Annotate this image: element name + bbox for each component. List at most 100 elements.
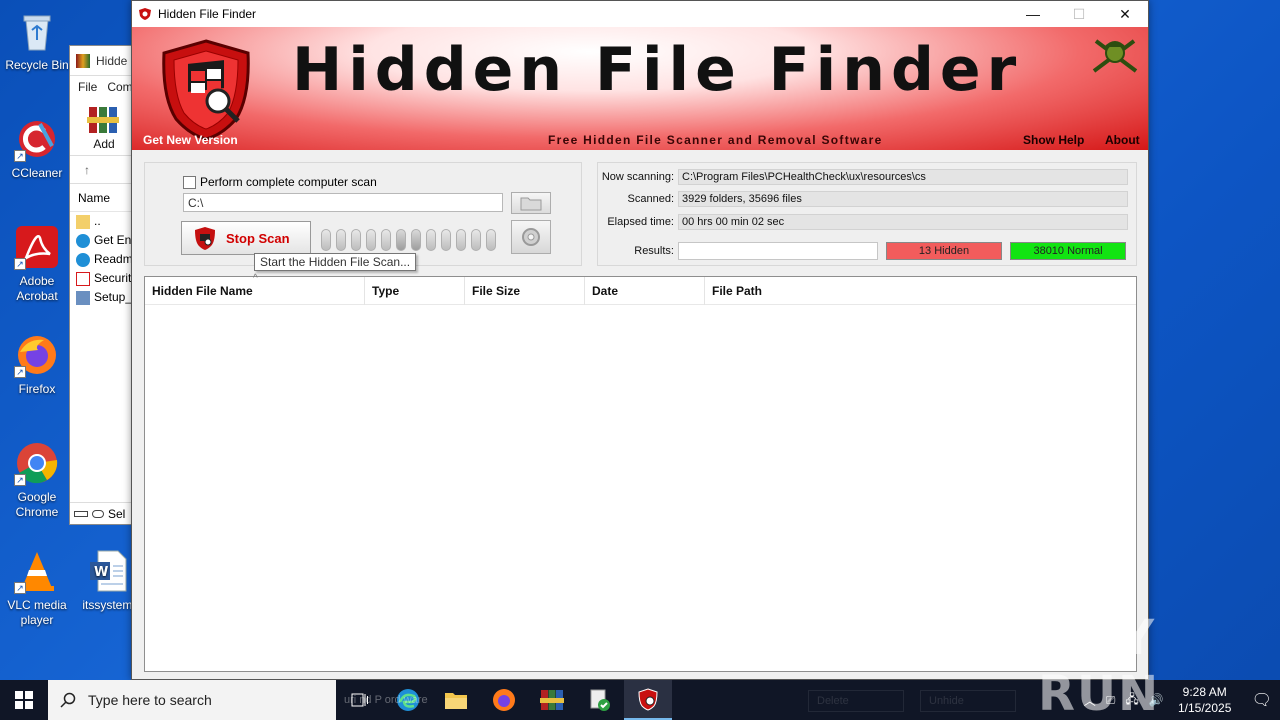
results-row: Results: 13 Hidden 38010 Normal <box>598 242 1126 260</box>
explorer-up-button[interactable]: ↑ <box>70 156 138 184</box>
results-table[interactable]: ^ Hidden File Name Type File Size Date F… <box>144 273 1137 672</box>
sort-ascending-icon: ^ <box>253 273 258 284</box>
taskbar-winrar[interactable] <box>528 680 576 720</box>
list-item[interactable]: Get Ent <box>70 231 138 250</box>
add-archive-icon <box>87 107 119 133</box>
explorer-column-name[interactable]: Name <box>70 184 138 212</box>
settings-button[interactable] <box>511 220 551 254</box>
edge-icon <box>76 252 90 267</box>
taskbar-search-box[interactable]: Type here to search <box>48 680 336 720</box>
progress-segment <box>456 229 466 251</box>
search-placeholder: Type here to search <box>88 692 212 708</box>
taskbar-installer[interactable] <box>576 680 624 720</box>
desktop-icon-firefox[interactable]: ↗ Firefox <box>0 332 74 397</box>
winrar-icon <box>76 53 90 68</box>
column-date[interactable]: Date <box>585 277 705 305</box>
progress-segment <box>486 229 496 251</box>
recycle-bin-icon <box>14 8 60 54</box>
ghost-delete-button: Delete <box>808 690 904 712</box>
desktop-icon-ccleaner[interactable]: ↗ CCleaner <box>0 116 74 181</box>
now-scanning-value: C:\Program Files\PCHealthCheck\ux\resour… <box>678 169 1128 185</box>
drive-icon <box>74 510 88 517</box>
scan-options-group: Perform complete computer scan Stop Scan <box>144 162 582 271</box>
window-titlebar[interactable]: Hidden File Finder — ☐ ✕ <box>132 1 1148 27</box>
stop-scan-label: Stop Scan <box>226 230 290 246</box>
search-icon <box>60 692 76 708</box>
column-file-size[interactable]: File Size <box>465 277 585 305</box>
menu-commands[interactable]: Com <box>107 80 132 94</box>
progress-segment <box>321 229 331 251</box>
list-item[interactable]: .. <box>70 212 138 231</box>
folder-browse-icon <box>520 197 542 211</box>
edge-icon <box>76 233 90 248</box>
ghost-footer-text: uri nd P ord ware <box>344 694 428 706</box>
word-document-icon: W <box>86 548 132 594</box>
desktop-icon-label: VLC media player <box>7 598 67 627</box>
shortcut-arrow-icon: ↗ <box>14 582 26 594</box>
desktop-icon-adobe-acrobat[interactable]: ↗ Adobe Acrobat <box>0 224 74 304</box>
winrar-icon <box>540 690 564 710</box>
shortcut-arrow-icon: ↗ <box>14 150 26 162</box>
scan-path-input[interactable] <box>183 193 503 212</box>
chrome-icon: ↗ <box>14 440 60 486</box>
start-button[interactable] <box>0 680 48 720</box>
main-panel: Perform complete computer scan Stop Scan <box>132 150 1148 679</box>
taskbar-hidden-file-finder[interactable] <box>624 680 672 720</box>
get-new-version-link[interactable]: Get New Version <box>143 133 238 147</box>
complete-scan-checkbox[interactable] <box>183 175 196 189</box>
desktop-icon-label: Adobe Acrobat <box>16 274 58 303</box>
shortcut-arrow-icon: ↗ <box>14 474 26 486</box>
list-item[interactable]: Readm <box>70 250 138 269</box>
vlc-icon: ↗ <box>14 548 60 594</box>
results-label: Results: <box>634 245 674 257</box>
progress-segment <box>351 229 361 251</box>
setup-icon <box>76 290 90 305</box>
desktop-icon-label: Recycle Bin <box>5 58 69 72</box>
hidden-count-badge: 13 Hidden <box>886 242 1002 260</box>
window-title: Hidden File Finder <box>158 7 257 21</box>
elapsed-value: 00 hrs 00 min 02 sec <box>678 214 1128 230</box>
hidden-file-finder-window[interactable]: Hidden File Finder — ☐ ✕ Hidden File Fin… <box>131 0 1149 680</box>
show-help-link[interactable]: Show Help <box>1023 133 1084 147</box>
desktop-icon-recycle-bin[interactable]: Recycle Bin <box>0 8 74 73</box>
menu-file[interactable]: File <box>78 80 97 94</box>
scan-status-group: Now scanning: C:\Program Files\PCHealthC… <box>597 162 1137 266</box>
background-explorer-window[interactable]: Hidde File Com Add ↑ Name .. Get Ent Rea… <box>69 45 139 525</box>
complete-scan-label: Perform complete computer scan <box>200 175 377 189</box>
desktop-icon-vlc[interactable]: ↗ VLC media player <box>0 548 74 628</box>
scanned-label: Scanned: <box>627 193 674 205</box>
list-item[interactable]: Setup_ <box>70 288 138 307</box>
progress-segment <box>441 229 451 251</box>
app-banner: Hidden File Finder Free Hidden File Scan… <box>132 27 1148 150</box>
app-shield-icon <box>638 688 658 711</box>
column-file-path[interactable]: File Path <box>705 277 1136 305</box>
progress-segment <box>426 229 436 251</box>
elapsed-label: Elapsed time: <box>607 216 674 228</box>
ghost-unhide-button: Unhide <box>920 690 1016 712</box>
about-link[interactable]: About <box>1105 133 1140 147</box>
minimize-button[interactable]: — <box>1010 1 1056 27</box>
desktop-icon-google-chrome[interactable]: ↗ Google Chrome <box>0 440 74 520</box>
now-scanning-label: Now scanning: <box>601 171 674 183</box>
now-scanning-row: Now scanning: C:\Program Files\PCHealthC… <box>598 168 1128 186</box>
banner-subtitle: Free Hidden File Scanner and Removal Sof… <box>548 133 883 147</box>
ccleaner-icon: ↗ <box>14 116 60 162</box>
scan-progress-indicator <box>321 229 496 251</box>
ribbon-add-button[interactable]: Add <box>93 137 114 151</box>
shortcut-arrow-icon: ↗ <box>14 366 26 378</box>
list-item[interactable]: Security <box>70 269 138 288</box>
adobe-acrobat-icon: ↗ <box>14 224 60 270</box>
anyrun-watermark: ANY RUN <box>1038 610 1161 720</box>
close-button[interactable]: ✕ <box>1102 1 1148 27</box>
column-type[interactable]: Type <box>365 277 465 305</box>
installer-icon <box>590 689 610 711</box>
browse-folder-button[interactable] <box>511 192 551 214</box>
progress-segment <box>336 229 346 251</box>
maximize-button[interactable]: ☐ <box>1056 1 1102 27</box>
stop-scan-button[interactable]: Stop Scan <box>181 221 311 255</box>
shortcut-arrow-icon: ↗ <box>14 258 26 270</box>
complete-scan-option[interactable]: Perform complete computer scan <box>183 175 377 189</box>
elapsed-row: Elapsed time: 00 hrs 00 min 02 sec <box>598 213 1128 231</box>
desktop-icon-label: Google Chrome <box>15 490 59 519</box>
explorer-titlebar: Hidde <box>70 46 138 76</box>
